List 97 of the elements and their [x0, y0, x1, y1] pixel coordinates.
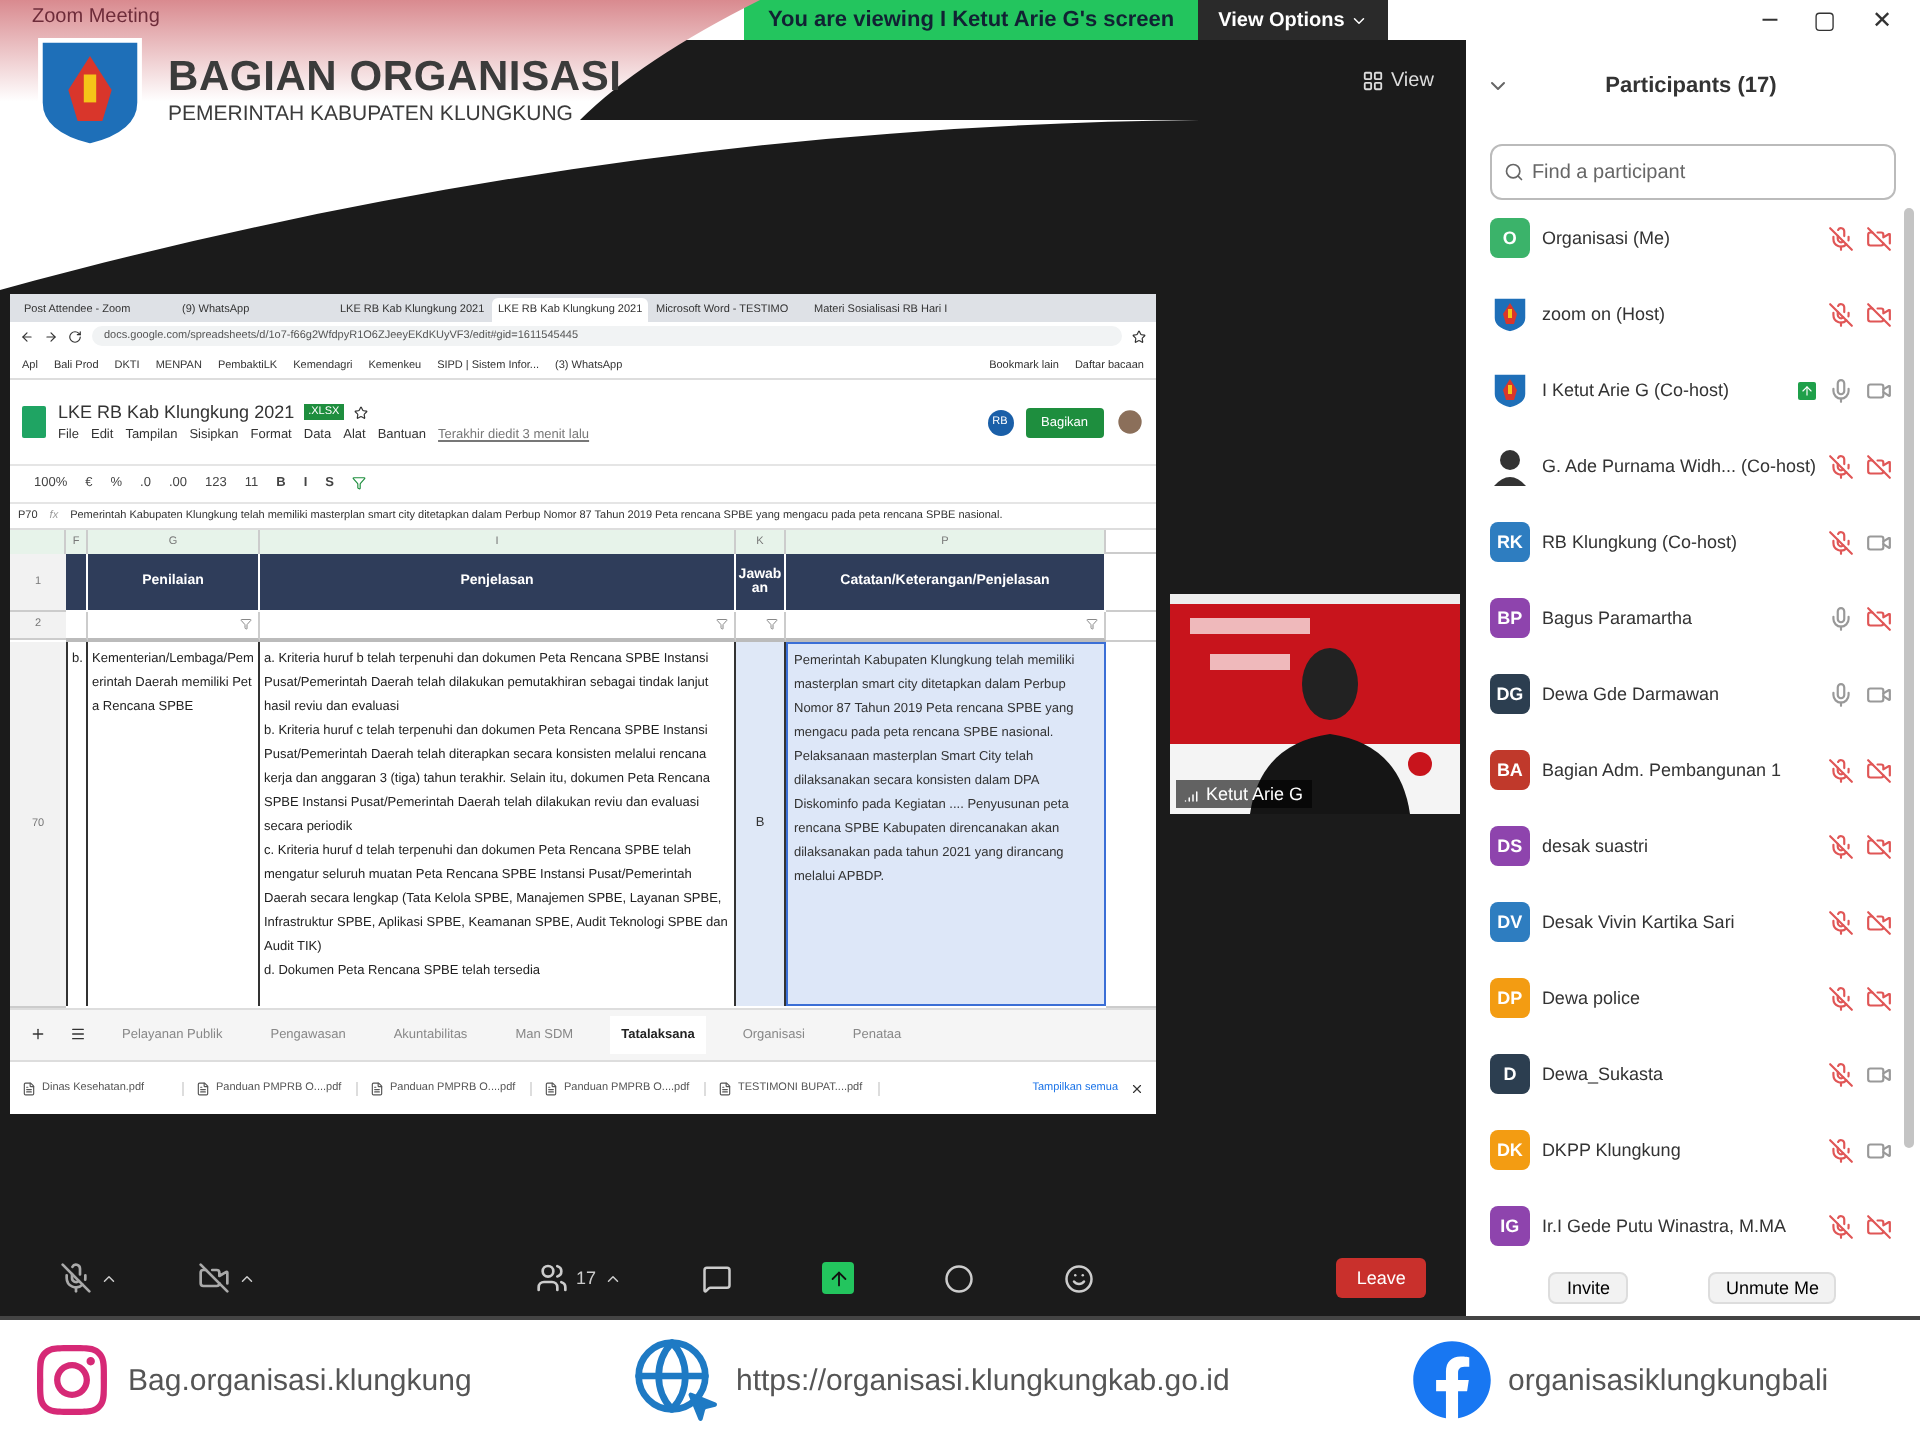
filter-icon[interactable]: [1086, 618, 1098, 631]
participant-name-tag: Ketut Arie G: [1176, 780, 1312, 808]
search-field[interactable]: Find a participant: [1489, 144, 1896, 200]
leave-button[interactable]: Leave: [1336, 1258, 1426, 1299]
banner-title: BAGIAN ORGANISASI: [168, 54, 622, 102]
file-icon: [544, 1081, 558, 1096]
participant-row[interactable]: DS desak suastri: [1465, 808, 1920, 884]
globe-cursor-icon[interactable]: [632, 1336, 720, 1425]
menu-icon[interactable]: [70, 1026, 86, 1043]
participant-row[interactable]: O Organisasi (Me): [1465, 200, 1920, 276]
signal-icon: [1184, 785, 1202, 803]
scrollbar[interactable]: [1904, 208, 1914, 1148]
participant-row[interactable]: RK RB Klungkung (Co-host): [1465, 504, 1920, 580]
participant-row[interactable]: DG Dewa Gde Darmawan: [1465, 656, 1920, 732]
footer-text: Bag.organisasi.klungkung: [128, 1363, 472, 1398]
participant-name: Desak Vivin Kartika Sari: [1541, 912, 1737, 932]
view-options-button[interactable]: View Options: [1198, 0, 1389, 40]
participant-name: Dewa Gde Darmawan: [1541, 684, 1721, 704]
footer-text: organisasiklungkungbali: [1508, 1363, 1829, 1398]
filter-icon[interactable]: [351, 476, 366, 491]
video-off-icon[interactable]: [198, 1262, 230, 1295]
mic-off-icon[interactable]: [60, 1262, 92, 1295]
star-icon[interactable]: [353, 405, 368, 420]
document-title: LKE RB Kab Klungkung 2021: [58, 402, 295, 423]
participant-name: Dewa police: [1541, 988, 1642, 1008]
participant-row[interactable]: zoom on (Host): [1465, 276, 1920, 352]
filter-icon[interactable]: [766, 618, 778, 631]
participant-row[interactable]: DV Desak Vivin Kartika Sari: [1465, 884, 1920, 960]
panel-button[interactable]: Invite: [1548, 1272, 1628, 1304]
window-control[interactable]: ✕: [1871, 6, 1892, 34]
add-sheet-icon[interactable]: [30, 1026, 46, 1043]
participant-name: RB Klungkung (Co-host): [1541, 532, 1739, 552]
avatar: RK: [1489, 522, 1530, 562]
person-silhouette-icon: [1489, 446, 1530, 486]
avatar: O: [1489, 218, 1530, 258]
participant-row[interactable]: I Ketut Arie G (Co-host): [1465, 352, 1920, 428]
window-control[interactable]: ▢: [1813, 6, 1836, 34]
shield-emblem-icon: [1489, 294, 1530, 334]
participant-row[interactable]: DK DKPP Klungkung: [1465, 1112, 1920, 1188]
participant-name: Ir.I Gede Putu Winastra, M.MA: [1541, 1216, 1788, 1236]
spreadsheet-icon: [22, 406, 46, 439]
view-button[interactable]: View: [1350, 67, 1446, 93]
avatar: DS: [1489, 826, 1530, 866]
window-control[interactable]: ─: [1762, 6, 1778, 34]
panel-button[interactable]: Unmute Me: [1707, 1272, 1837, 1304]
record-icon[interactable]: [944, 1263, 975, 1294]
participant-row[interactable]: D Dewa_Sukasta: [1465, 1036, 1920, 1112]
participant-row[interactable]: BP Bagus Paramartha: [1465, 580, 1920, 656]
forward-icon[interactable]: [44, 329, 58, 344]
shield-emblem-icon: [1489, 370, 1530, 410]
panel-title: Participants (17): [1603, 74, 1779, 98]
participant-name: Bagian Adm. Pembangunan 1: [1541, 760, 1784, 780]
facebook-icon[interactable]: [1412, 1340, 1492, 1421]
share-screen-icon[interactable]: [822, 1262, 855, 1295]
file-icon: [22, 1081, 36, 1096]
reload-icon[interactable]: [68, 329, 82, 344]
participant-name: G. Ade Purnama Widh... (Co-host): [1541, 456, 1816, 476]
participant-name: zoom on (Host): [1541, 304, 1667, 324]
participant-name: Organisasi (Me): [1541, 228, 1672, 248]
participant-name: Dewa_Sukasta: [1541, 1064, 1665, 1084]
close-icon[interactable]: [1130, 1081, 1144, 1096]
participant-row[interactable]: IG Ir.I Gede Putu Winastra, M.MA: [1465, 1188, 1920, 1264]
participant-row[interactable]: G. Ade Purnama Widh... (Co-host): [1465, 428, 1920, 504]
avatar: D: [1489, 1054, 1530, 1094]
banner-subtitle: PEMERINTAH KABUPATEN KLUNGKUNG: [168, 102, 575, 126]
file-icon: [370, 1081, 384, 1096]
avatar: IG: [1489, 1206, 1530, 1246]
share-notice: You are viewing I Ketut Arie G's screen: [744, 0, 1199, 40]
participants-icon[interactable]: [536, 1262, 568, 1295]
corner-cell: [10, 529, 66, 554]
avatar: DK: [1489, 1130, 1530, 1170]
back-icon[interactable]: [20, 329, 34, 344]
file-icon: [718, 1081, 732, 1096]
user-avatar: [1116, 408, 1144, 437]
avatar: DV: [1489, 902, 1530, 942]
header-cell: [66, 553, 88, 610]
star-icon[interactable]: [1132, 329, 1146, 344]
avatar: BP: [1489, 598, 1530, 638]
participant-row[interactable]: DP Dewa police: [1465, 960, 1920, 1036]
filter-icon[interactable]: [716, 618, 728, 631]
participant-name: I Ketut Arie G (Co-host): [1541, 380, 1731, 400]
footer-text: https://organisasi.klungkungkab.go.id: [736, 1363, 1230, 1398]
participant-name: Bagus Paramartha: [1541, 608, 1694, 628]
reactions-icon[interactable]: [1064, 1263, 1095, 1294]
avatar: DG: [1489, 674, 1530, 714]
window-title: Zoom Meeting: [32, 6, 160, 28]
chat-icon[interactable]: [702, 1263, 733, 1294]
avatar: DP: [1489, 978, 1530, 1018]
grid-icon: [1362, 69, 1385, 91]
participant-name: DKPP Klungkung: [1541, 1140, 1683, 1160]
filter-icon[interactable]: [240, 618, 252, 631]
file-icon: [196, 1081, 210, 1096]
instagram-icon[interactable]: [32, 1340, 112, 1421]
participant-name: desak suastri: [1541, 836, 1650, 856]
participant-count: 17: [576, 1268, 597, 1289]
avatar: BA: [1489, 750, 1530, 790]
participant-row[interactable]: BA Bagian Adm. Pembangunan 1: [1465, 732, 1920, 808]
